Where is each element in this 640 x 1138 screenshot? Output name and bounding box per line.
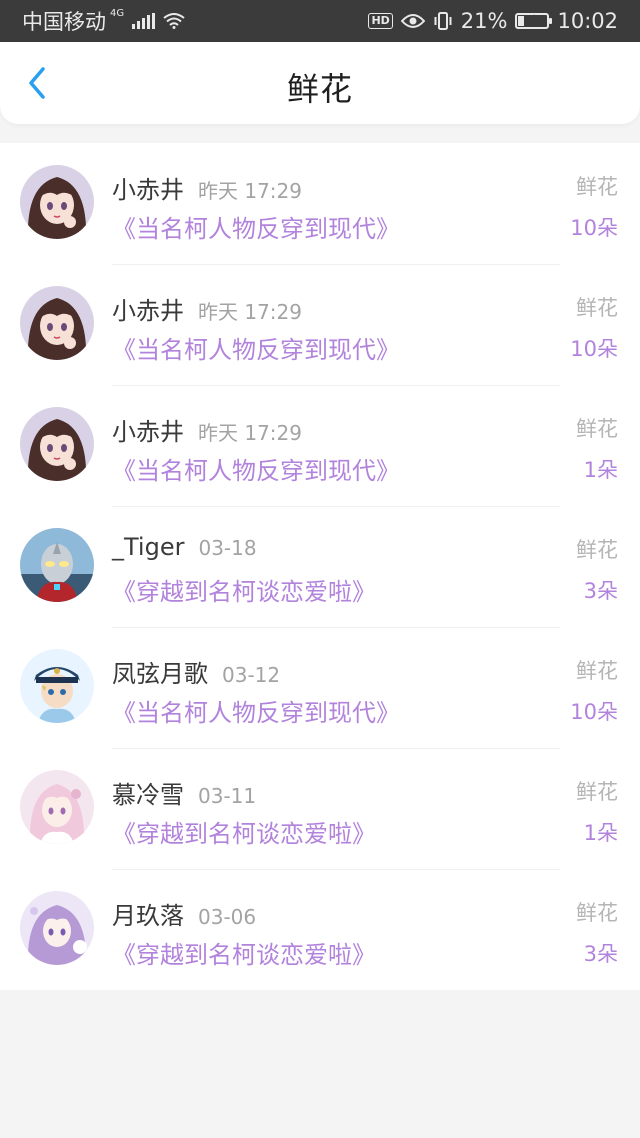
user-name: 凤弦月歌 <box>112 660 208 688</box>
user-name-line: 小赤井 昨天 17:29 <box>112 412 302 447</box>
avatar-girl-brown-hair[interactable] <box>20 407 94 481</box>
user-name-line: 小赤井 昨天 17:29 <box>112 170 302 205</box>
eye-icon <box>400 13 425 29</box>
network-type: 4G <box>110 7 125 19</box>
gift-count: 10朵 <box>570 216 618 240</box>
gift-type: 鲜花 <box>576 780 618 804</box>
signal-icon <box>132 13 156 29</box>
screen: 中国移动 4G HD 21% ⚡ 10:02 鲜花 小赤井 昨天 17:29 《… <box>0 0 640 1138</box>
wifi-icon <box>163 13 185 29</box>
timestamp: 昨天 17:29 <box>198 300 302 324</box>
timestamp: 03-18 <box>198 536 257 560</box>
list-item[interactable]: 小赤井 昨天 17:29 《当名柯人物反穿到现代》 鲜花 10朵 <box>0 143 640 264</box>
timestamp: 昨天 17:29 <box>198 179 302 203</box>
book-title-link[interactable]: 《穿越到名柯谈恋爱啦》 <box>112 572 376 607</box>
user-name: 月玖落 <box>112 902 184 930</box>
gift-count: 3朵 <box>583 579 618 603</box>
page-title: 鲜花 <box>286 70 353 108</box>
timestamp: 昨天 17:29 <box>198 421 302 445</box>
gift-count: 1朵 <box>583 458 618 482</box>
avatar-boy-police-cap[interactable] <box>20 649 94 723</box>
list-item[interactable]: 小赤井 昨天 17:29 《当名柯人物反穿到现代》 鲜花 10朵 <box>0 264 640 385</box>
book-title-link[interactable]: 《当名柯人物反穿到现代》 <box>112 451 400 486</box>
nav-header: 鲜花 <box>0 42 640 124</box>
list-item[interactable]: 月玖落 03-06 《穿越到名柯谈恋爱啦》 鲜花 3朵 <box>0 869 640 990</box>
user-name-line: 月玖落 03-06 <box>112 896 256 931</box>
charging-bolt-icon: ⚡ <box>526 13 536 28</box>
avatar-purple-hair-girl[interactable] <box>20 891 94 965</box>
user-name-line: 小赤井 昨天 17:29 <box>112 291 302 326</box>
user-name-line: _Tiger 03-18 <box>112 533 257 561</box>
avatar-girl-brown-hair[interactable] <box>20 165 94 239</box>
gift-count: 3朵 <box>583 942 618 966</box>
gift-type: 鲜花 <box>576 659 618 683</box>
battery-level-fill <box>518 16 525 26</box>
gift-type: 鲜花 <box>576 901 618 925</box>
status-bar: 中国移动 4G HD 21% ⚡ 10:02 <box>0 0 640 42</box>
user-name-line: 慕冷雪 03-11 <box>112 775 256 810</box>
user-name-line: 凤弦月歌 03-12 <box>112 654 280 689</box>
gift-type: 鲜花 <box>576 175 618 199</box>
user-name: 小赤井 <box>112 418 184 446</box>
battery-percent: 21% <box>460 9 508 33</box>
user-name: 小赤井 <box>112 297 184 325</box>
avatar-girl-brown-hair[interactable] <box>20 286 94 360</box>
gift-list: 小赤井 昨天 17:29 《当名柯人物反穿到现代》 鲜花 10朵 小赤井 昨天 17… <box>0 143 640 990</box>
list-item[interactable]: 凤弦月歌 03-12 《当名柯人物反穿到现代》 鲜花 10朵 <box>0 627 640 748</box>
book-title-link[interactable]: 《当名柯人物反穿到现代》 <box>112 330 400 365</box>
book-title-link[interactable]: 《穿越到名柯谈恋爱啦》 <box>112 935 376 970</box>
gift-count: 1朵 <box>583 821 618 845</box>
gift-type: 鲜花 <box>576 296 618 320</box>
hd-badge: HD <box>368 13 393 29</box>
book-title-link[interactable]: 《当名柯人物反穿到现代》 <box>112 209 400 244</box>
book-title-link[interactable]: 《当名柯人物反穿到现代》 <box>112 693 400 728</box>
timestamp: 03-06 <box>198 905 257 929</box>
list-item[interactable]: 慕冷雪 03-11 《穿越到名柯谈恋爱啦》 鲜花 1朵 <box>0 748 640 869</box>
vibrate-icon <box>433 12 453 30</box>
gift-count: 10朵 <box>570 700 618 724</box>
user-name: 慕冷雪 <box>112 781 184 809</box>
battery-icon: ⚡ <box>515 13 553 29</box>
list-item[interactable]: _Tiger 03-18 《穿越到名柯谈恋爱啦》 鲜花 3朵 <box>0 506 640 627</box>
book-title-link[interactable]: 《穿越到名柯谈恋爱啦》 <box>112 814 376 849</box>
avatar-ultraman[interactable] <box>20 528 94 602</box>
gift-type: 鲜花 <box>576 538 618 562</box>
carrier-label: 中国移动 <box>22 10 106 34</box>
user-name: _Tiger <box>112 533 185 561</box>
gift-count: 10朵 <box>570 337 618 361</box>
clock: 10:02 <box>557 9 618 33</box>
user-name: 小赤井 <box>112 176 184 204</box>
timestamp: 03-12 <box>222 663 281 687</box>
status-right: HD 21% ⚡ 10:02 <box>368 9 618 33</box>
timestamp: 03-11 <box>198 784 257 808</box>
list-item[interactable]: 小赤井 昨天 17:29 《当名柯人物反穿到现代》 鲜花 1朵 <box>0 385 640 506</box>
gift-type: 鲜花 <box>576 417 618 441</box>
avatar-pink-hair-girl[interactable] <box>20 770 94 844</box>
status-left: 中国移动 4G <box>22 6 185 36</box>
